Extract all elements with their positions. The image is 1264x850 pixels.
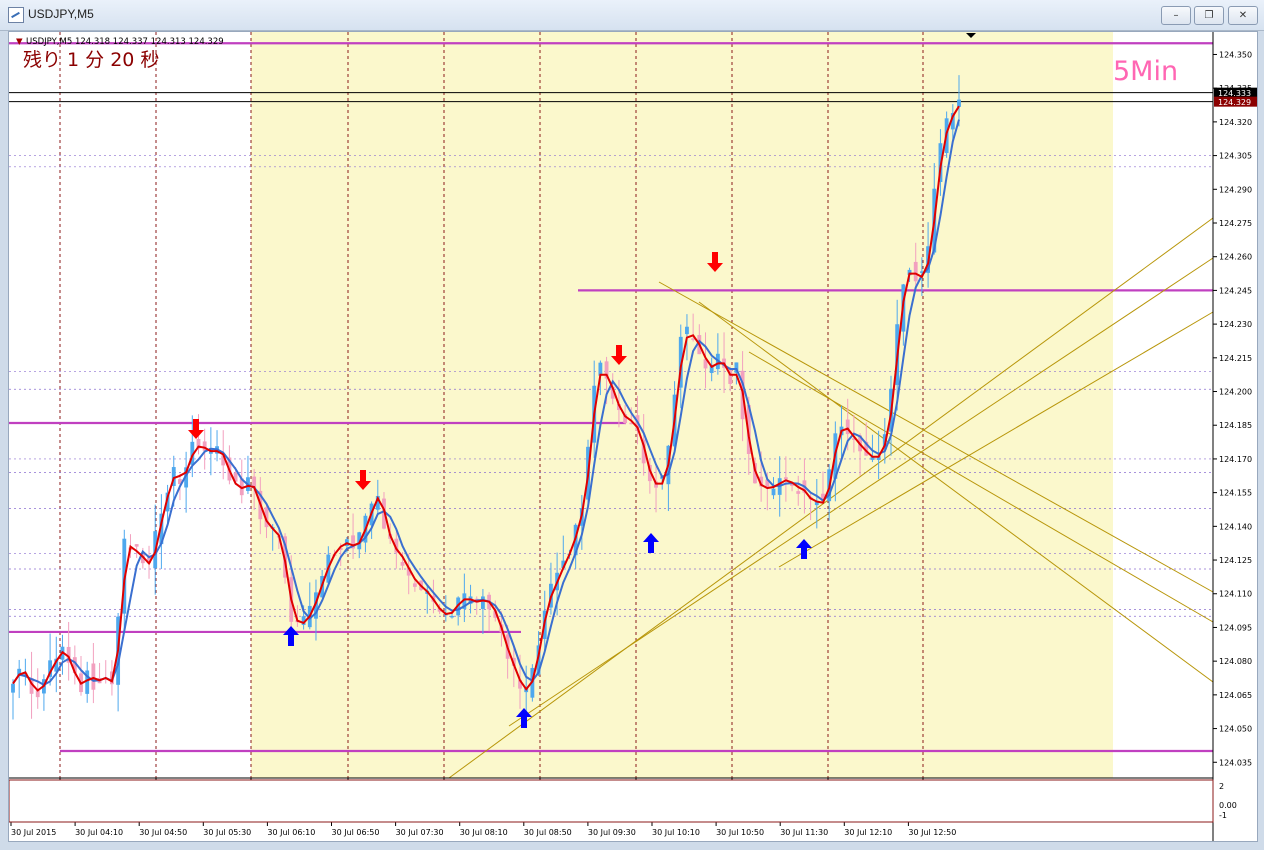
bear-candle	[91, 663, 96, 690]
price-tick-label: 124.125	[1219, 556, 1252, 565]
bull-candle	[480, 596, 485, 609]
price-axis: 124.350124.335124.320124.305124.290124.2…	[1212, 32, 1257, 841]
bear-candle	[134, 544, 139, 547]
price-tick-label: 124.080	[1219, 657, 1252, 666]
price-tick-label: 124.215	[1219, 354, 1252, 363]
time-label: 30 Jul 08:50	[524, 828, 572, 837]
bull-candle	[685, 326, 689, 335]
oscillator-tick-label: -1	[1219, 811, 1227, 820]
time-label: 30 Jul 07:30	[396, 828, 444, 837]
oscillator-frame	[8, 779, 1214, 823]
restore-button[interactable]: ❐	[1194, 6, 1224, 25]
chart-client-area[interactable]: 124.350124.335124.320124.305124.290124.2…	[8, 31, 1258, 842]
time-label: 30 Jul 08:10	[460, 828, 508, 837]
price-tick-label: 124.185	[1219, 421, 1252, 430]
chart-header-triangle: ▼	[16, 37, 23, 47]
price-tick-label: 124.065	[1219, 691, 1252, 700]
time-label: 30 Jul 10:10	[652, 828, 700, 837]
minimize-icon: –	[1173, 10, 1179, 21]
price-tick-label: 124.155	[1219, 489, 1252, 498]
countdown-timer: 残り 1 分 20 秒	[23, 49, 159, 71]
bear-candle	[400, 561, 405, 566]
time-label: 30 Jul 06:50	[332, 828, 380, 837]
oscillator-tick-label: 0.00	[1219, 801, 1237, 810]
time-label: 30 Jul 06:10	[267, 828, 315, 837]
restore-icon: ❐	[1204, 10, 1214, 21]
price-tick-label: 124.305	[1219, 152, 1252, 161]
price-tick-label: 124.095	[1219, 623, 1252, 632]
price-tick-label: 124.035	[1219, 758, 1252, 767]
bear-candle	[783, 477, 788, 480]
bear-candle	[412, 583, 417, 587]
time-label: 30 Jul 12:10	[844, 828, 892, 837]
price-tick-label: 124.290	[1219, 185, 1252, 194]
bear-candle	[796, 491, 801, 494]
chart-header: USDJPY,M5 124.318 124.337 124.313 124.32…	[26, 37, 224, 47]
price-tick-label: 124.170	[1219, 455, 1252, 464]
bear-candle	[913, 261, 918, 282]
price-chart[interactable]: 124.350124.335124.320124.305124.290124.2…	[8, 32, 1257, 841]
time-label: 30 Jul 11:30	[780, 828, 828, 837]
price-tick-label: 124.320	[1219, 118, 1252, 127]
price-tick-label: 124.245	[1219, 286, 1252, 295]
time-label: 30 Jul 10:50	[716, 828, 764, 837]
oscillator-pane: 2 0.00-1	[8, 779, 1237, 823]
oscillator-tick-label: 2	[1219, 782, 1224, 791]
timeframe-label: 5Min	[1113, 56, 1178, 87]
minimize-button[interactable]: –	[1161, 6, 1191, 25]
window-title: USDJPY,M5	[28, 7, 94, 21]
price-tick-label: 124.350	[1219, 50, 1252, 59]
current-price-tag-label: 124.329	[1218, 98, 1251, 107]
close-button[interactable]: ✕	[1228, 6, 1258, 25]
time-label: 30 Jul 05:30	[203, 828, 251, 837]
time-label: 30 Jul 04:10	[75, 828, 123, 837]
price-tick-label: 124.200	[1219, 388, 1252, 397]
close-icon: ✕	[1238, 10, 1248, 21]
time-label: 30 Jul 12:50	[908, 828, 956, 837]
time-label: 30 Jul 09:30	[588, 828, 636, 837]
bull-candle	[450, 615, 454, 618]
window-titlebar[interactable]: USDJPY,M5 – ❐ ✕	[0, 0, 1264, 31]
time-label: 30 Jul 04:50	[139, 828, 187, 837]
price-tick-label: 124.050	[1219, 725, 1252, 734]
bull-candle	[11, 683, 15, 693]
bull-candle	[771, 488, 776, 496]
bull-candle	[957, 99, 961, 107]
price-tick-label: 124.110	[1219, 590, 1252, 599]
mt4-chart-window: USDJPY,M5 – ❐ ✕ 124.350124.335124.320124…	[0, 0, 1264, 850]
price-tick-label: 124.230	[1219, 320, 1252, 329]
time-label: 30 Jul 2015	[11, 828, 56, 837]
price-tick-label: 124.275	[1219, 219, 1252, 228]
price-tick-label: 124.260	[1219, 253, 1252, 262]
chart-app-icon	[8, 7, 24, 23]
price-tick-label: 124.140	[1219, 522, 1252, 531]
